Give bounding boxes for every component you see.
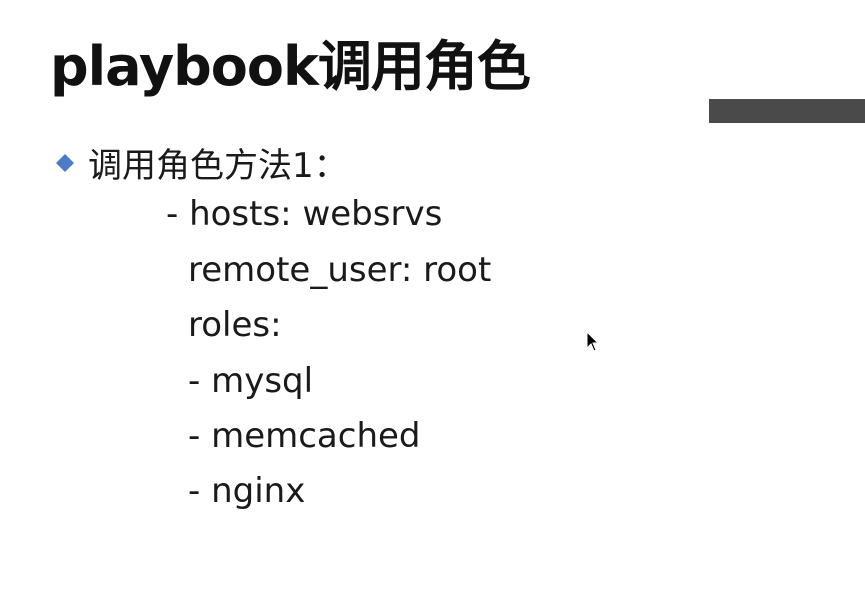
code-line-remote-user: remote_user: root [188,250,492,290]
presentation-slide: playbook调用角色 调用角色方法1： - hosts: websrvs r… [0,0,865,598]
code-line-hosts: - hosts: websrvs [166,194,443,234]
code-line-role-mysql: - mysql [188,361,314,401]
slide-title: playbook调用角色 [50,35,531,98]
mouse-pointer-icon [587,332,599,352]
code-line-roles: roles: [188,305,282,345]
bullet-item: 调用角色方法1： [56,138,348,187]
code-line-role-memcached: - memcached [188,416,421,456]
code-line-role-nginx: - nginx [188,471,306,511]
bullet-text: 调用角色方法1： [88,146,348,186]
title-accent-bar [709,99,865,123]
diamond-bullet-icon [56,153,74,172]
